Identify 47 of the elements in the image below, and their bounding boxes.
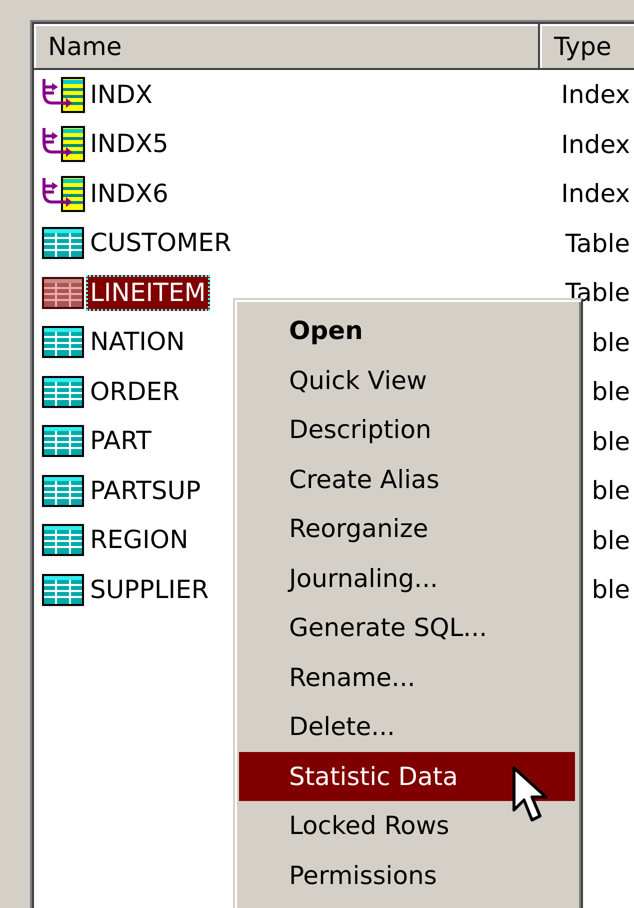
menu-item[interactable]: Permissions (239, 850, 575, 900)
item-name[interactable]: NATION (86, 324, 189, 360)
menu-item[interactable]: Statistic Data (239, 752, 575, 801)
menu-item[interactable]: Locked Rows (239, 801, 575, 850)
item-type: Index (560, 179, 630, 208)
item-name[interactable]: INDX (86, 76, 156, 113)
item-type: ble (590, 328, 630, 357)
menu-item[interactable]: Delete... (239, 702, 575, 752)
item-name[interactable]: INDX6 (86, 176, 172, 212)
item-type: ble (590, 526, 630, 555)
index-icon (42, 176, 86, 212)
item-name[interactable]: LINEITEM (86, 274, 210, 311)
menu-item[interactable]: Journaling... (239, 554, 575, 603)
item-name[interactable]: SUPPLIER (86, 572, 213, 608)
item-type: Index (560, 80, 630, 110)
menu-item[interactable]: Generate SQL... (239, 603, 575, 652)
menu-item[interactable]: Reorganize (239, 504, 575, 554)
table-icon (42, 374, 86, 410)
item-type: ble (590, 476, 630, 506)
menu-item[interactable]: Create Alias (239, 454, 575, 504)
item-name[interactable]: INDX5 (86, 126, 172, 162)
table-icon (42, 274, 86, 311)
item-type: ble (590, 377, 630, 406)
item-name[interactable]: CUSTOMER (86, 225, 236, 262)
menu-item[interactable]: Rename... (239, 652, 575, 702)
item-type: ble (590, 575, 630, 604)
column-header[interactable]: Type (540, 24, 634, 70)
item-name[interactable]: PART (86, 423, 156, 460)
index-icon (42, 126, 86, 162)
item-name[interactable]: PARTSUP (86, 472, 205, 509)
item-name[interactable]: ORDER (86, 374, 184, 410)
item-type: Index (560, 130, 630, 159)
item-type: Table (564, 278, 630, 308)
table-icon (42, 423, 86, 460)
index-icon (42, 76, 86, 113)
menu-item[interactable]: Open (239, 306, 575, 356)
table-icon (42, 225, 86, 262)
item-name[interactable]: REGION (86, 522, 192, 558)
table-icon (42, 522, 86, 558)
menu-item[interactable]: Description (239, 405, 575, 454)
table-icon (42, 472, 86, 509)
table-icon (42, 572, 86, 608)
table-icon (42, 324, 86, 360)
menu-item[interactable]: Quick View (239, 356, 575, 405)
item-type: ble (590, 426, 630, 456)
column-header[interactable]: Name (34, 24, 540, 70)
item-type: Table (564, 228, 630, 258)
